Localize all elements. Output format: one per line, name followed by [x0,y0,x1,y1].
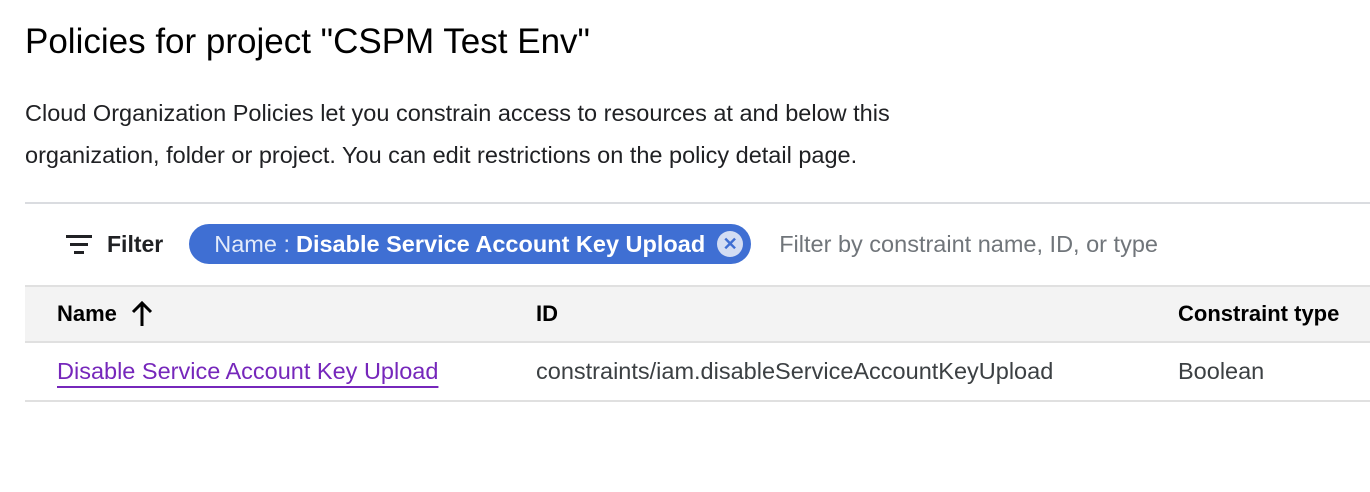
divider [25,202,1370,204]
column-header-id[interactable]: ID [536,287,558,341]
page-description: Cloud Organization Policies let you cons… [25,100,890,168]
column-header-name[interactable]: Name [57,287,153,341]
filter-bar: Filter Name : Disable Service Account Ke… [25,222,1370,266]
policy-id: constraints/iam.disableServiceAccountKey… [536,358,1054,384]
page-title: Policies for project "CSPM Test Env" [25,22,590,61]
column-name-label: Name [57,301,117,326]
policy-name-link[interactable]: Disable Service Account Key Upload [57,358,438,385]
table-header: Name ID Constraint type [25,285,1370,343]
filter-input[interactable] [777,229,1282,259]
filter-chip-key: Name : [214,230,290,257]
filter-chip[interactable]: Name : Disable Service Account Key Uploa… [189,224,752,264]
filter-button[interactable]: Filter [65,231,163,258]
filter-chip-value: Disable Service Account Key Upload [295,230,706,257]
column-header-constraint-type[interactable]: Constraint type [1178,287,1339,341]
filter-label: Filter [107,230,164,257]
close-icon[interactable]: ✕ [717,231,744,257]
filter-list-icon [65,233,93,255]
arrow-up-icon[interactable] [131,301,153,327]
policy-constraint-type: Boolean [1178,358,1265,384]
table-row: Disable Service Account Key Upload const… [25,343,1370,402]
